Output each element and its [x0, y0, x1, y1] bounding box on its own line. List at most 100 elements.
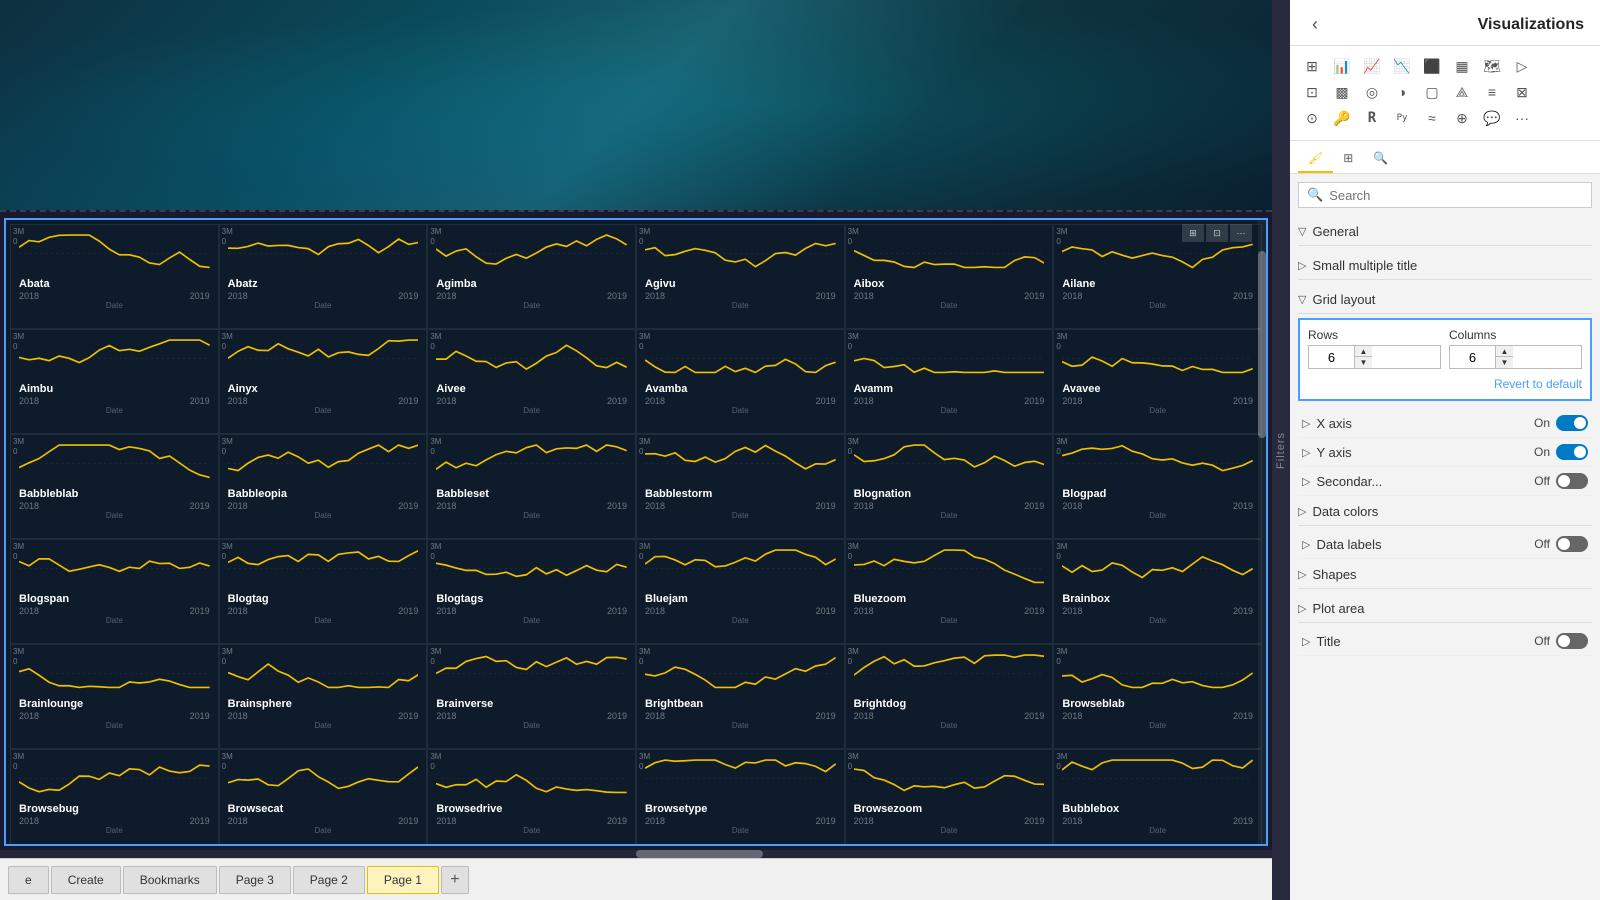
viz-icon-multi-row[interactable]: ⊙: [1298, 106, 1326, 130]
viz-icons-area: ⊞ 📊 📈 📉 ⬛ ▦ 🗺 ▷ ⊡ ▩ ◎ ◑ ▢ ⟁ ≡ ⊠ ⊙: [1290, 46, 1600, 141]
shapes-header[interactable]: ▷ Shapes: [1298, 559, 1592, 589]
page-tab-bookmarks[interactable]: Bookmarks: [123, 866, 217, 894]
chart-cell: 3M 0Aimbu20182019Date: [10, 329, 219, 434]
filters-tab[interactable]: Filters: [1272, 0, 1290, 900]
data-labels-toggle[interactable]: [1556, 536, 1588, 552]
viz-icon-matrix[interactable]: ⊡: [1298, 80, 1326, 104]
viz-tab-format[interactable]: 🖌: [1298, 145, 1333, 173]
columns-stepper-buttons: ▲ ▼: [1495, 346, 1513, 368]
y-axis-row: ▷ Y axis On: [1298, 438, 1592, 467]
page-tab-e[interactable]: e: [8, 866, 49, 894]
chart-cell-dates: 20182019: [1062, 711, 1253, 721]
chart-cell-title: Agivu: [645, 278, 836, 290]
bottom-scrollbar[interactable]: [0, 850, 1272, 858]
viz-icon-card[interactable]: ▢: [1418, 80, 1446, 104]
data-colors-header[interactable]: ▷ Data colors: [1298, 496, 1592, 526]
chart-cell-title: Ainyx: [228, 383, 419, 395]
viz-icon-pie[interactable]: ▦: [1448, 54, 1476, 78]
chart-cell-title: Brainsphere: [228, 698, 419, 710]
chart-cell-title: Brainlounge: [19, 698, 210, 710]
chart-cell-dates: 20182019: [854, 606, 1045, 616]
secondary-toggle[interactable]: [1556, 473, 1588, 489]
chart-cell: 3M 0Ainyx20182019Date: [219, 329, 428, 434]
page-tab-2[interactable]: Page 2: [293, 866, 365, 894]
rows-increment[interactable]: ▲: [1354, 346, 1372, 357]
chart-cell-date-label: Date: [19, 301, 210, 310]
revert-to-default-button[interactable]: Revert to default: [1308, 377, 1582, 391]
general-label: General: [1312, 224, 1588, 239]
chart-cell-title: Babbleset: [436, 488, 627, 500]
dashed-separator: [0, 210, 1272, 218]
sparkline: [1062, 756, 1253, 801]
viz-icon-bar[interactable]: 📊: [1328, 54, 1356, 78]
chart-cell-date-label: Date: [436, 406, 627, 415]
chart-cell-dates: 20182019: [436, 396, 627, 406]
viz-icon-key[interactable]: 🔑: [1328, 106, 1356, 130]
viz-icon-image[interactable]: ⊠: [1508, 80, 1536, 104]
data-labels-row: ▷ Data labels Off: [1298, 530, 1592, 559]
viz-icon-treemap[interactable]: ▩: [1328, 80, 1356, 104]
columns-group: Columns 6 ▲ ▼: [1449, 328, 1582, 369]
general-section-header[interactable]: ▽ General: [1298, 216, 1592, 246]
chart-cell-dates: 20182019: [228, 606, 419, 616]
viz-icon-more[interactable]: ···: [1508, 106, 1536, 130]
chart-cell-title: Browsecat: [228, 803, 419, 815]
sparkline: [1062, 336, 1253, 381]
chart-cell-date-label: Date: [854, 826, 1045, 835]
page-tab-1[interactable]: Page 1: [367, 866, 439, 894]
columns-decrement[interactable]: ▼: [1495, 357, 1513, 368]
rows-input[interactable]: 6: [1309, 347, 1354, 368]
add-page-button[interactable]: +: [441, 866, 469, 894]
page-tab-3[interactable]: Page 3: [219, 866, 291, 894]
viz-icon-r[interactable]: R: [1358, 106, 1386, 130]
grid-layout-section-header[interactable]: ▽ Grid layout: [1298, 284, 1592, 314]
chart-cell-dates: 20182019: [19, 816, 210, 826]
viz-icon-py[interactable]: Py: [1388, 106, 1416, 130]
viz-icon-add[interactable]: ⊕: [1448, 106, 1476, 130]
panel-header: ‹ Visualizations: [1290, 0, 1600, 46]
plot-area-label: Plot area: [1312, 601, 1588, 616]
viz-icon-funnel[interactable]: ▷: [1508, 54, 1536, 78]
y-axis-toggle-knob: [1574, 446, 1586, 458]
viz-tab-fields[interactable]: ⊞: [1333, 145, 1363, 173]
viz-icon-kpi[interactable]: ⟁: [1448, 80, 1476, 104]
sparkline: [645, 231, 836, 276]
chart-cell-date-label: Date: [436, 301, 627, 310]
columns-input[interactable]: 6: [1450, 347, 1495, 368]
page-tab-create[interactable]: Create: [51, 866, 121, 894]
chart-cell-dates: 20182019: [19, 501, 210, 511]
sparkline: [228, 336, 419, 381]
grid-layout-label: Grid layout: [1312, 292, 1588, 307]
viz-icon-approx[interactable]: ≈: [1418, 106, 1446, 130]
viz-icon-slicer[interactable]: ≡: [1478, 80, 1506, 104]
grid-scrollbar[interactable]: [1258, 220, 1266, 844]
viz-icon-scatter[interactable]: ⬛: [1418, 54, 1446, 78]
panel-back-button[interactable]: ‹: [1306, 12, 1324, 37]
viz-icon-area[interactable]: 📉: [1388, 54, 1416, 78]
viz-icon-line[interactable]: 📈: [1358, 54, 1386, 78]
columns-increment[interactable]: ▲: [1495, 346, 1513, 357]
viz-icon-table[interactable]: ⊞: [1298, 54, 1326, 78]
data-labels-value: Off: [1534, 537, 1550, 551]
rows-decrement[interactable]: ▼: [1354, 357, 1372, 368]
small-multiple-title-header[interactable]: ▷ Small multiple title: [1298, 250, 1592, 280]
x-axis-toggle-knob: [1574, 417, 1586, 429]
view-btn-1[interactable]: ⊞: [1182, 224, 1204, 242]
viz-icon-donut[interactable]: ◎: [1358, 80, 1386, 104]
plot-area-header[interactable]: ▷ Plot area: [1298, 593, 1592, 623]
chart-cell: 3M 0Browsedrive20182019Date: [427, 749, 636, 844]
view-btn-3[interactable]: ⋯: [1230, 224, 1252, 242]
viz-tab-analytics[interactable]: 🔍: [1363, 145, 1398, 173]
sparkline: [645, 441, 836, 486]
search-icon: 🔍: [1307, 187, 1323, 203]
y-axis-toggle[interactable]: [1556, 444, 1588, 460]
view-btn-2[interactable]: ⊡: [1206, 224, 1228, 242]
viz-icon-gauge[interactable]: ◑: [1388, 80, 1416, 104]
chart-cell: 3M 0Babbleblab20182019Date: [10, 434, 219, 539]
title-toggle[interactable]: [1556, 633, 1588, 649]
search-input[interactable]: [1329, 188, 1583, 203]
viz-icon-map[interactable]: 🗺: [1478, 54, 1506, 78]
viz-icon-bubble[interactable]: 💬: [1478, 106, 1506, 130]
chart-cell-title: Agimba: [436, 278, 627, 290]
x-axis-toggle[interactable]: [1556, 415, 1588, 431]
